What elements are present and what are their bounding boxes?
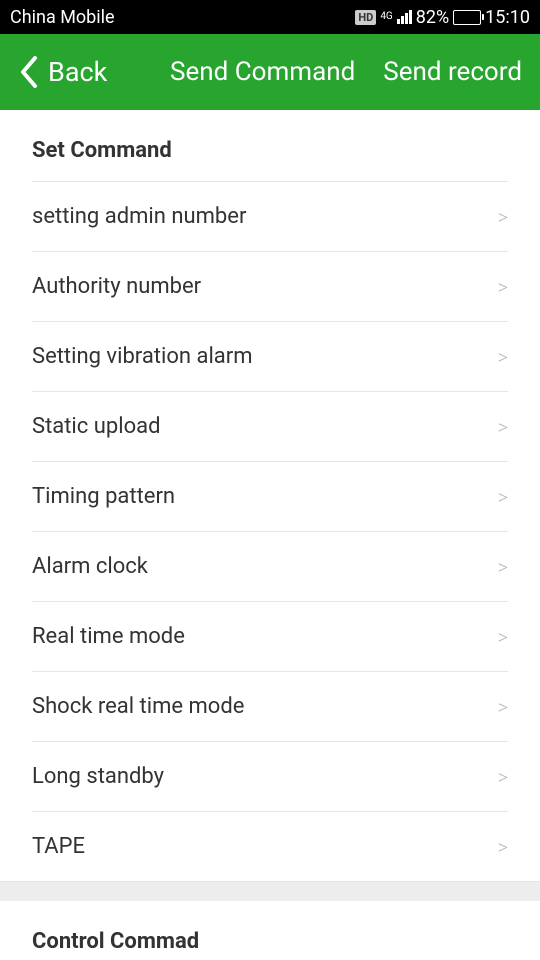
section-control-command-title: Control Commad bbox=[32, 901, 508, 960]
chevron-right-icon: > bbox=[498, 695, 508, 719]
list-item[interactable]: Real time mode > bbox=[32, 601, 508, 671]
list-item[interactable]: Static upload > bbox=[32, 391, 508, 461]
hd-icon: HD bbox=[355, 10, 376, 25]
list-item-label: Shock real time mode bbox=[32, 694, 244, 719]
battery-pct: 82% bbox=[416, 7, 449, 28]
network-icon: 4G bbox=[380, 12, 392, 22]
list-item[interactable]: setting admin number > bbox=[32, 181, 508, 251]
list-item[interactable]: TAPE > bbox=[32, 811, 508, 881]
list-item[interactable]: Authority number > bbox=[32, 251, 508, 321]
time-label: 15:10 bbox=[485, 7, 530, 28]
list-item-label: Alarm clock bbox=[32, 554, 148, 579]
send-record-button[interactable]: Send record bbox=[383, 57, 522, 87]
back-button[interactable]: Back bbox=[18, 54, 107, 90]
chevron-right-icon: > bbox=[498, 765, 508, 789]
app-header: Back Send Command Send record bbox=[0, 34, 540, 110]
content-scroll[interactable]: Set Command setting admin number>Authori… bbox=[0, 110, 540, 960]
list-item-label: Setting vibration alarm bbox=[32, 344, 253, 369]
chevron-right-icon: > bbox=[498, 205, 508, 229]
list-item[interactable]: Shock real time mode > bbox=[32, 671, 508, 741]
list-item-label: setting admin number bbox=[32, 204, 246, 229]
back-chevron-icon bbox=[18, 54, 38, 90]
chevron-right-icon: > bbox=[498, 835, 508, 859]
list-item-label: Timing pattern bbox=[32, 484, 175, 509]
list-item[interactable]: Timing pattern > bbox=[32, 461, 508, 531]
list-item-label: Authority number bbox=[32, 274, 201, 299]
chevron-right-icon: > bbox=[498, 415, 508, 439]
chevron-right-icon: > bbox=[498, 485, 508, 509]
chevron-right-icon: > bbox=[498, 275, 508, 299]
carrier-label: China Mobile bbox=[10, 7, 115, 28]
list-item-label: Real time mode bbox=[32, 624, 185, 649]
list-item[interactable]: Setting vibration alarm > bbox=[32, 321, 508, 391]
list-item-label: TAPE bbox=[32, 834, 85, 859]
list-item-label: Static upload bbox=[32, 414, 161, 439]
section-set-command-title: Set Command bbox=[32, 110, 508, 181]
signal-icon bbox=[397, 10, 412, 24]
section-divider bbox=[0, 881, 540, 901]
battery-icon bbox=[453, 10, 481, 25]
list-item[interactable]: Long standby > bbox=[32, 741, 508, 811]
chevron-right-icon: > bbox=[498, 625, 508, 649]
set-command-list: setting admin number>Authority number>Se… bbox=[32, 181, 508, 881]
status-right: HD 4G 82% 15:10 bbox=[355, 7, 530, 28]
back-label: Back bbox=[48, 56, 107, 88]
list-item-label: Long standby bbox=[32, 764, 164, 789]
chevron-right-icon: > bbox=[498, 555, 508, 579]
status-bar: China Mobile HD 4G 82% 15:10 bbox=[0, 0, 540, 34]
page-title: Send Command bbox=[170, 57, 355, 87]
list-item[interactable]: Alarm clock > bbox=[32, 531, 508, 601]
chevron-right-icon: > bbox=[498, 345, 508, 369]
